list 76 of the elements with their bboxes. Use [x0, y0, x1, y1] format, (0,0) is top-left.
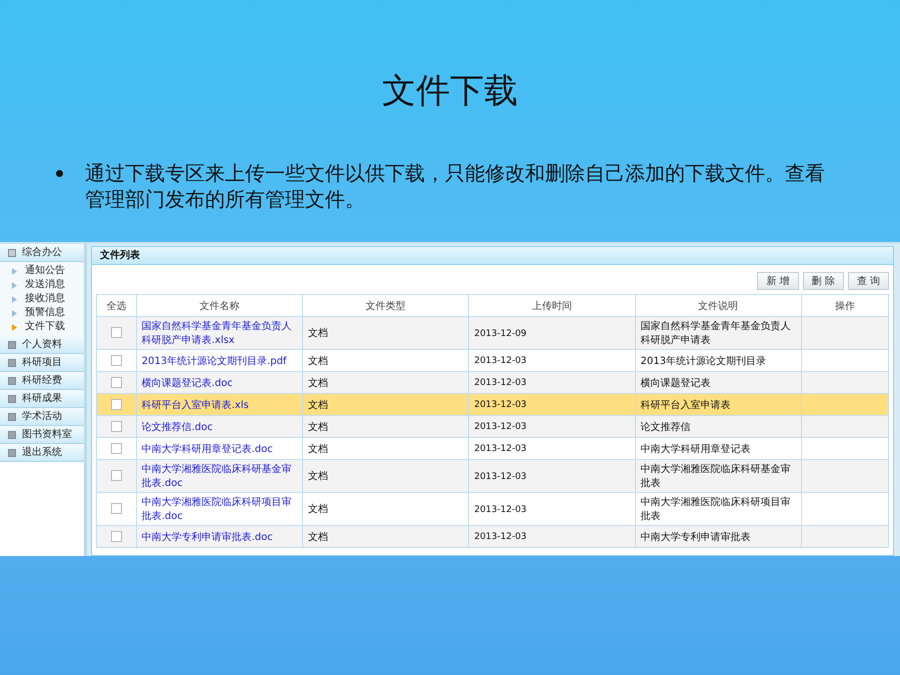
sidebar-group[interactable]: 科研经费	[0, 372, 84, 390]
sidebar-item[interactable]: 发送消息	[0, 278, 84, 292]
table-row[interactable]: 横向课题登记表.doc 文档 2013-12-03 横向课题登记表	[96, 372, 888, 394]
table-cell: 文档	[308, 378, 328, 388]
sidebar-group[interactable]: 学术活动	[0, 408, 84, 426]
sidebar-item[interactable]: 接收消息	[0, 292, 84, 306]
bullet-text: 通过下载专区来上传一些文件以供下载，只能修改和删除自己添加的下载文件。查看管理部门发布的所有管理文件。	[85, 160, 826, 212]
slide-title: 文件下载	[381, 70, 519, 113]
row-checkbox[interactable]	[110, 398, 122, 410]
table-row[interactable]: 国家自然科学基金青年基金负责人科研脱产申请表.xlsx 文档 2013-12-09 国家自然科学基金青年基金负责人科研脱产申请表	[96, 316, 888, 350]
table-cell: 2013-12-03	[474, 400, 527, 410]
table-cell: 文档	[308, 400, 328, 410]
table-cell: 文档	[308, 422, 328, 432]
table-cell: 2013-12-03	[474, 532, 527, 542]
row-checkbox[interactable]	[110, 420, 122, 432]
column-header: 文件说明	[635, 294, 802, 316]
sidebar-group[interactable]: 综合办公	[0, 244, 84, 262]
toolbar-button[interactable]: 查 询	[848, 272, 889, 290]
table-cell: 2013-12-03	[474, 422, 527, 432]
column-header: 文件名称	[136, 294, 302, 316]
row-checkbox[interactable]	[110, 470, 122, 482]
table-cell: 文档	[308, 471, 328, 482]
row-checkbox[interactable]	[110, 530, 122, 542]
table-cell: 中南大学科研用章登记表	[640, 444, 751, 454]
sidebar-item[interactable]: 通知公告	[0, 264, 84, 278]
sidebar-group[interactable]: 图书资料室	[0, 426, 84, 444]
column-header: 上传时间	[468, 294, 636, 316]
square-icon	[8, 430, 16, 438]
table-cell: 论文推荐信	[640, 422, 691, 432]
square-icon	[8, 412, 16, 420]
sidebar-group[interactable]: 科研项目	[0, 354, 84, 372]
table-cell: 中南大学湘雅医院临床科研项目审批表	[640, 497, 791, 522]
square-icon	[8, 376, 16, 384]
row-checkbox[interactable]	[110, 503, 122, 514]
table-cell: 2013年统计源论文期刊目录	[640, 356, 766, 366]
table-cell: 2013-12-03	[474, 504, 527, 514]
table-row[interactable]: 科研平台入室申请表.xls 文档 2013-12-03 科研平台入室申请表	[96, 394, 888, 416]
table-cell: 国家自然科学基金青年基金负责人科研脱产申请表	[640, 321, 791, 346]
sidebar-group[interactable]: 科研成果	[0, 390, 84, 408]
table-cell: 文档	[308, 356, 328, 366]
column-header: 文件类型	[302, 294, 469, 316]
table-cell: 文档	[308, 444, 328, 454]
square-icon	[8, 358, 16, 366]
panel-title: 文件列表	[92, 247, 893, 265]
table-cell: 文档	[308, 328, 328, 339]
table-cell: 中南大学专利申请审批表	[640, 532, 751, 542]
column-header: 操作	[801, 294, 888, 316]
sidebar-group[interactable]: 个人资料	[0, 336, 84, 354]
table-cell: 文档	[308, 532, 328, 542]
row-checkbox[interactable]	[110, 327, 122, 338]
table-row[interactable]: 论文推荐信.doc 文档 2013-12-03 论文推荐信	[96, 416, 888, 438]
table-cell: 科研平台入室申请表	[640, 400, 731, 410]
table-row[interactable]: 中南大学湘雅医院临床科研基金审批表.doc 文档 2013-12-03 中南大学湘雅医院临床科研基金审批表	[96, 460, 888, 492]
table-row[interactable]: 中南大学专利申请审批表.doc 文档 2013-12-03 中南大学专利申请审批表	[96, 526, 888, 548]
sidebar-item[interactable]: 文件下载	[0, 320, 84, 334]
toolbar-button[interactable]: 删 除	[802, 272, 844, 290]
sidebar-group[interactable]: 退出系统	[0, 444, 84, 462]
row-checkbox[interactable]	[110, 354, 122, 366]
square-icon	[8, 248, 16, 256]
square-icon	[8, 448, 16, 456]
square-icon	[8, 340, 16, 348]
table-cell: 2013-12-03	[474, 472, 527, 482]
table-cell: 横向课题登记表	[640, 378, 711, 388]
bullet-icon	[56, 170, 63, 177]
table-cell: 2013-12-09	[474, 328, 527, 338]
column-header: 全选	[96, 294, 136, 316]
toolbar-button[interactable]: 新 增	[757, 272, 799, 290]
row-checkbox[interactable]	[110, 376, 122, 388]
table-cell: 2013-12-03	[474, 356, 527, 366]
sidebar-item[interactable]: 预警信息	[0, 306, 84, 320]
square-icon	[8, 394, 16, 402]
table-cell: 文档	[308, 504, 328, 515]
row-checkbox[interactable]	[110, 442, 122, 454]
table-cell: 2013-12-03	[474, 378, 527, 388]
table-cell: 2013-12-03	[474, 444, 527, 454]
table-cell: 中南大学湘雅医院临床科研基金审批表	[640, 464, 791, 489]
